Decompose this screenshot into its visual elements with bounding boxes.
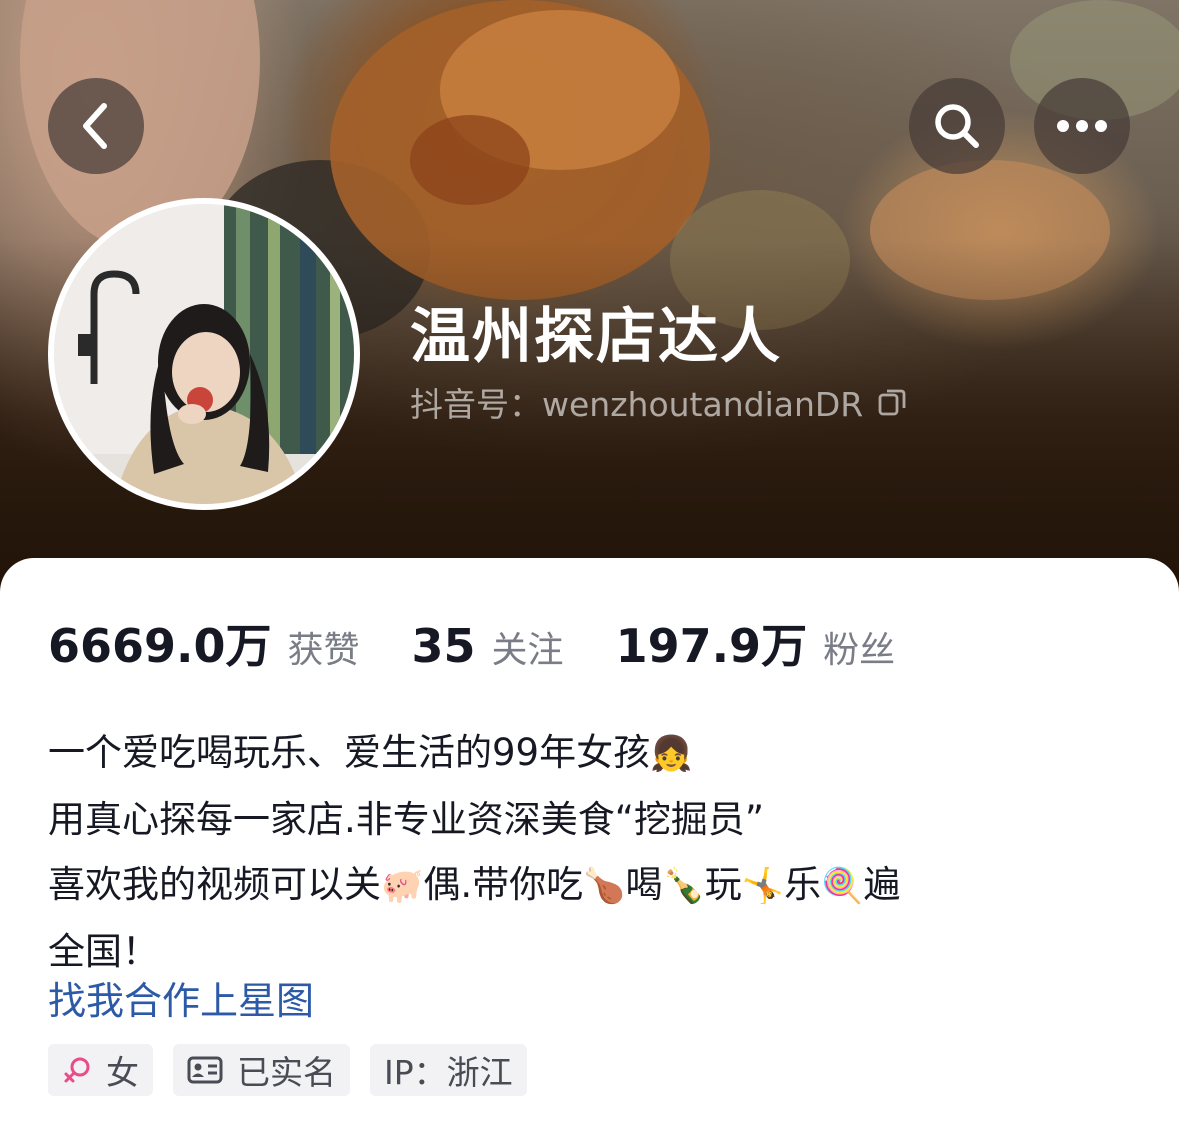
bio-line-2: 用真心探每一家店.非专业资深美食“挖掘员” — [48, 798, 765, 841]
star-map-link[interactable]: 找我合作上星图 — [48, 970, 314, 1025]
followers-label: 粉丝 — [823, 630, 896, 671]
bio-line-1: 一个爱吃喝玩乐、爱生活的99年女孩👧 — [48, 720, 1138, 787]
bio: 一个爱吃喝玩乐、爱生活的99年女孩👧 用真心探每一家店.非专业资深美食“挖掘员”… — [48, 720, 1138, 984]
champagne-emoji: 🍾 — [662, 866, 705, 906]
back-button[interactable] — [48, 78, 144, 174]
stat-likes[interactable]: 6669.0万 获赞 — [48, 610, 360, 676]
girl-emoji: 👧 — [650, 734, 693, 774]
bio-line-3-part-f: 遍 — [863, 863, 901, 906]
douyin-id[interactable]: 抖音号：wenzhoutandianDR — [410, 378, 907, 426]
profile-info-card: 6669.0万 获赞 35 关注 197.9万 粉丝 一个爱吃喝玩乐、爱生活的9… — [0, 558, 1179, 1123]
pig-emoji: 🐖 — [381, 866, 424, 906]
search-button[interactable] — [909, 78, 1005, 174]
copy-icon[interactable] — [877, 387, 907, 417]
more-horizontal-icon — [1056, 119, 1108, 133]
verified-tag-label: 已实名 — [237, 1053, 336, 1092]
douyin-id-text: 抖音号：wenzhoutandianDR — [410, 385, 864, 424]
cartwheel-emoji: 🤸 — [741, 866, 785, 906]
followers-count: 197.9万 — [615, 619, 808, 673]
search-icon — [931, 100, 983, 152]
nickname: 温州探店达人 — [410, 302, 782, 372]
avatar-photo — [54, 204, 354, 504]
id-card-icon — [187, 1056, 223, 1084]
more-button[interactable] — [1034, 78, 1130, 174]
likes-label: 获赞 — [287, 630, 360, 671]
ip-tag: IP：浙江 — [370, 1044, 527, 1096]
bio-line-3-part-d: 玩 — [704, 863, 742, 906]
following-label: 关注 — [491, 630, 564, 671]
bio-line-3-part-c: 喝 — [625, 863, 663, 906]
bio-line-3: 喜欢我的视频可以关🐖偶.带你吃🍗喝🍾玩🤸乐🍭遍 — [48, 852, 1138, 919]
likes-count: 6669.0万 — [48, 619, 272, 673]
stat-following[interactable]: 35 关注 — [412, 619, 564, 673]
gender-tag-label: 女 — [106, 1053, 139, 1092]
bio-line-3-part-e: 乐 — [784, 863, 822, 906]
tag-row: 女 已实名 IP：浙江 — [48, 1044, 547, 1096]
avatar[interactable] — [48, 198, 360, 510]
verified-tag: 已实名 — [173, 1044, 350, 1096]
bio-line-3-part-a: 喜欢我的视频可以关 — [48, 863, 381, 906]
female-icon — [62, 1055, 92, 1085]
drumstick-emoji: 🍗 — [583, 866, 626, 906]
stat-followers[interactable]: 197.9万 粉丝 — [616, 610, 896, 676]
lollipop-emoji: 🍭 — [821, 866, 864, 906]
gender-tag: 女 — [48, 1044, 153, 1096]
stats-row: 6669.0万 获赞 35 关注 197.9万 粉丝 — [48, 610, 947, 676]
chevron-left-icon — [76, 102, 116, 150]
bio-line-3-part-b: 偶.带你吃 — [423, 863, 584, 906]
following-count: 35 — [411, 619, 476, 673]
bio-line-1-text: 一个爱吃喝玩乐、爱生活的99年女孩 — [48, 731, 651, 774]
ip-tag-label: IP：浙江 — [384, 1053, 513, 1092]
